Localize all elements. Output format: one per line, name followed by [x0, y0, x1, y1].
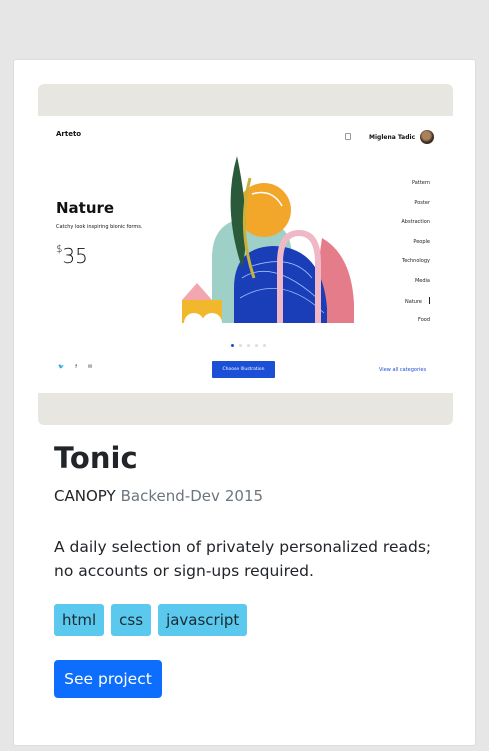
mockup-category-item: Poster: [414, 199, 430, 206]
illustration: [182, 156, 354, 328]
project-card: Arteto Miglena Tadic Nature Catchy look …: [13, 59, 476, 746]
project-screenshot: Arteto Miglena Tadic Nature Catchy look …: [38, 84, 453, 425]
see-project-button[interactable]: See project: [54, 660, 162, 698]
mockup-category-item: People: [413, 238, 430, 245]
mockup-brand: Arteto: [56, 130, 82, 138]
project-description: A daily selection of privately personali…: [54, 538, 432, 580]
mockup-view-all-link: View all categories: [379, 367, 427, 373]
illustration-pyramid: [182, 283, 212, 300]
mockup-social-links: 🐦 f ✉: [58, 364, 92, 370]
mail-icon[interactable]: ✉: [88, 364, 92, 370]
mockup-subtitle: Catchy look inspiring bionic forms.: [56, 224, 143, 230]
project-year: 2015: [224, 487, 264, 505]
tag-html: html: [54, 604, 105, 636]
mockup-user-name: Miglena Tadic: [369, 134, 416, 141]
mockup-page: Arteto Miglena Tadic Nature Catchy look …: [38, 116, 453, 393]
slider-dot: [239, 344, 242, 347]
tag-javascript: javascript: [158, 604, 248, 636]
project-company: CANOPY: [54, 487, 116, 505]
tag-list: html css javascript: [54, 604, 248, 636]
avatar: [420, 130, 434, 144]
mockup-category-item: Food: [418, 316, 430, 323]
price-value: 35: [62, 244, 88, 268]
mockup-category-item: Pattern: [412, 180, 430, 186]
mockup-choose-button: Choose Illustration: [212, 361, 275, 378]
facebook-icon[interactable]: f: [75, 364, 77, 370]
slider-dot: [231, 344, 234, 347]
slider-dots: [231, 344, 266, 347]
twitter-icon[interactable]: 🐦: [58, 364, 64, 370]
tag-css: css: [111, 604, 152, 636]
mockup-category-list: Pattern Poster Abstraction People Technology…: [370, 180, 430, 336]
mockup-heading: Nature: [56, 199, 115, 217]
slider-dot: [263, 344, 266, 347]
mockup-category-item: Nature: [370, 297, 430, 317]
slider-dot: [247, 344, 250, 347]
mockup-price: $35: [56, 244, 88, 268]
project-meta: CANOPY Backend-Dev 2015: [54, 487, 263, 505]
slider-dot: [255, 344, 258, 347]
mockup-category-item: Technology: [401, 258, 430, 264]
project-role: Backend-Dev: [120, 487, 220, 505]
project-title: Tonic: [54, 441, 138, 475]
mockup-category-item: Abstraction: [401, 219, 430, 225]
mockup-category-item: Media: [414, 277, 430, 284]
lock-icon: [345, 133, 351, 140]
